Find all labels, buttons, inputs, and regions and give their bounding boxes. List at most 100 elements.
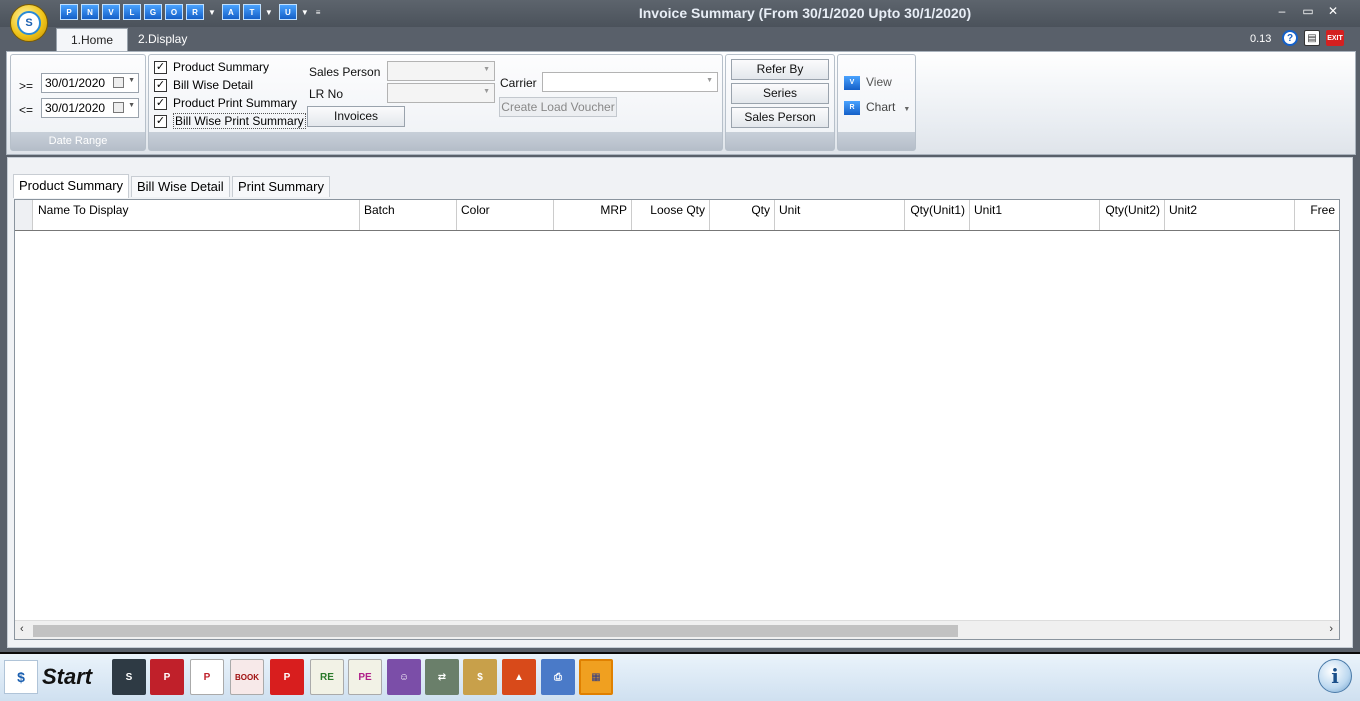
chevron-down-icon[interactable]: ▼ bbox=[483, 66, 490, 73]
calendar-icon[interactable] bbox=[113, 102, 124, 113]
chevron-down-icon[interactable]: ▼ bbox=[265, 8, 273, 17]
scroll-right-icon[interactable]: › bbox=[1329, 623, 1333, 635]
checkbox-check-icon: ✓ bbox=[154, 60, 167, 74]
quick-access-button-a[interactable]: A bbox=[221, 4, 240, 20]
column-header-qty-unit2[interactable]: Qty(Unit2) bbox=[1100, 200, 1165, 230]
column-header-batch[interactable]: Batch bbox=[360, 200, 457, 230]
taskbar: $ Start S P P BOOK P RE PE ☺ ⇄ $ ▲ ⎙ ▦ i bbox=[0, 652, 1360, 701]
checkbox-check-icon: ✓ bbox=[154, 78, 167, 92]
view-button[interactable]: V View bbox=[844, 75, 892, 90]
lr-no-select[interactable]: ▼ bbox=[387, 83, 495, 103]
sales-person-button[interactable]: Sales Person bbox=[731, 107, 829, 128]
column-header-qty[interactable]: Qty bbox=[710, 200, 775, 230]
bill-wise-print-summary-checkbox[interactable]: ✓ Bill Wise Print Summary bbox=[154, 113, 306, 129]
chevron-down-icon[interactable]: ▼ bbox=[208, 8, 216, 17]
column-header-name[interactable]: Name To Display bbox=[34, 200, 360, 230]
product-print-summary-checkbox[interactable]: ✓ Product Print Summary bbox=[154, 95, 297, 111]
purchase-icon[interactable]: P bbox=[150, 659, 184, 695]
chart-button[interactable]: R Chart ▼ bbox=[844, 100, 910, 115]
printer-icon[interactable]: ⎙ bbox=[541, 659, 575, 695]
chevron-down-icon[interactable]: ▼ bbox=[128, 77, 135, 84]
chevron-down-icon[interactable]: ▼ bbox=[903, 106, 910, 113]
column-header-qty-unit1[interactable]: Qty(Unit1) bbox=[905, 200, 970, 230]
chevron-down-icon[interactable]: ▼ bbox=[301, 8, 309, 17]
scroll-left-icon[interactable]: ‹ bbox=[20, 623, 24, 635]
exit-icon[interactable]: EXIT bbox=[1326, 30, 1344, 46]
scrollbar-thumb[interactable] bbox=[33, 625, 958, 637]
sales-person-label: Sales Person bbox=[309, 65, 381, 79]
column-header-unit1[interactable]: Unit1 bbox=[970, 200, 1100, 230]
ribbon-tab-bar: 1.Home 2.Display 0.13 ? ▤ EXIT bbox=[0, 27, 1360, 51]
quick-access-button-v[interactable]: V bbox=[102, 4, 120, 20]
shapes-icon[interactable]: ▲ bbox=[502, 659, 536, 695]
tab-home[interactable]: 1.Home bbox=[56, 28, 129, 51]
maximize-icon[interactable]: ▭ bbox=[1298, 4, 1318, 18]
quick-access-button-l[interactable]: L bbox=[123, 4, 141, 20]
customize-toolbar-icon[interactable]: ≡ bbox=[316, 8, 321, 17]
product-summary-grid[interactable]: Name To Display Batch Color MRP Loose Qt… bbox=[14, 199, 1340, 640]
to-date-picker[interactable]: 30/01/2020 ▼ bbox=[41, 98, 139, 118]
view-icon: V bbox=[844, 75, 860, 90]
window-title: Invoice Summary (From 30/1/2020 Upto 30/… bbox=[638, 5, 972, 21]
column-header-unit[interactable]: Unit bbox=[775, 200, 905, 230]
minimize-icon[interactable]: – bbox=[1272, 4, 1292, 18]
start-logo-icon[interactable]: $ bbox=[4, 660, 38, 694]
document-icon[interactable]: ▤ bbox=[1304, 30, 1320, 46]
quick-access-button-g[interactable]: G bbox=[144, 4, 162, 20]
row-selector-header bbox=[15, 200, 33, 230]
app-logo[interactable]: S bbox=[10, 4, 48, 42]
chevron-down-icon[interactable]: ▼ bbox=[483, 88, 490, 95]
view-group-footer bbox=[838, 132, 915, 150]
quick-access-button-p[interactable]: P bbox=[60, 4, 78, 20]
stock-icon[interactable]: S bbox=[112, 659, 146, 695]
carrier-select[interactable]: ▼ bbox=[542, 72, 718, 92]
column-header-loose-qty[interactable]: Loose Qty bbox=[632, 200, 710, 230]
tab-product-summary[interactable]: Product Summary bbox=[13, 174, 130, 198]
app-logo-text: S bbox=[17, 11, 41, 35]
sales-person-select[interactable]: ▼ bbox=[387, 61, 495, 81]
product-summary-checkbox[interactable]: ✓ Product Summary bbox=[154, 59, 269, 75]
quick-access-button-u[interactable]: U bbox=[278, 4, 297, 20]
app-window: P N V L G O R ▼ A T ▼ U ▼ ≡ Invoice Summ… bbox=[0, 0, 1360, 652]
create-load-voucher-button[interactable]: Create Load Voucher bbox=[499, 97, 617, 117]
column-header-mrp[interactable]: MRP bbox=[554, 200, 632, 230]
quick-access-toolbar: P N V L G O R ▼ A T ▼ U ▼ ≡ bbox=[60, 4, 323, 20]
transfer-icon[interactable]: ⇄ bbox=[425, 659, 459, 695]
chevron-down-icon[interactable]: ▼ bbox=[706, 77, 713, 84]
order-book-icon[interactable]: BOOK bbox=[230, 659, 264, 695]
quick-access-button-t[interactable]: T bbox=[242, 4, 261, 20]
tab-print-summary[interactable]: Print Summary bbox=[232, 176, 330, 197]
close-icon[interactable]: ✕ bbox=[1323, 4, 1343, 18]
series-button[interactable]: Series bbox=[731, 83, 829, 104]
horizontal-scrollbar[interactable]: ‹ › bbox=[15, 620, 1339, 639]
start-button[interactable]: Start bbox=[42, 664, 92, 690]
calculator-icon[interactable]: ▦ bbox=[579, 659, 613, 695]
info-icon[interactable]: i bbox=[1318, 659, 1352, 693]
calendar-icon[interactable] bbox=[113, 77, 124, 88]
help-icon[interactable]: ? bbox=[1282, 30, 1298, 46]
checkbox-check-icon: ✓ bbox=[154, 114, 167, 128]
tab-display[interactable]: 2.Display bbox=[124, 28, 201, 51]
print-icon[interactable]: P bbox=[270, 659, 304, 695]
options-group: ✓ Product Summary ✓ Bill Wise Detail ✓ Prod… bbox=[148, 54, 723, 151]
quick-access-button-o[interactable]: O bbox=[165, 4, 183, 20]
refer-by-button[interactable]: Refer By bbox=[731, 59, 829, 80]
from-date-picker[interactable]: 30/01/2020 ▼ bbox=[41, 73, 139, 93]
payment-entry-icon[interactable]: PE bbox=[348, 659, 382, 695]
date-range-group: >= 30/01/2020 ▼ <= 30/01/2020 ▼ Date Ran… bbox=[10, 54, 146, 151]
receipt-entry-icon[interactable]: RE bbox=[310, 659, 344, 695]
invoices-button[interactable]: Invoices bbox=[307, 106, 405, 127]
sales-icon[interactable]: P bbox=[190, 659, 224, 695]
column-header-free[interactable]: Free bbox=[1295, 200, 1339, 230]
column-header-color[interactable]: Color bbox=[457, 200, 554, 230]
chevron-down-icon[interactable]: ▼ bbox=[128, 102, 135, 109]
chart-icon: R bbox=[844, 100, 860, 115]
bill-wise-detail-checkbox[interactable]: ✓ Bill Wise Detail bbox=[154, 77, 253, 93]
to-operator-label: <= bbox=[19, 103, 34, 117]
user-icon[interactable]: ☺ bbox=[387, 659, 421, 695]
quick-access-button-r[interactable]: R bbox=[186, 4, 204, 20]
money-bag-icon[interactable]: $ bbox=[463, 659, 497, 695]
column-header-unit2[interactable]: Unit2 bbox=[1165, 200, 1295, 230]
tab-bill-wise-detail[interactable]: Bill Wise Detail bbox=[131, 176, 230, 197]
quick-access-button-n[interactable]: N bbox=[81, 4, 99, 20]
